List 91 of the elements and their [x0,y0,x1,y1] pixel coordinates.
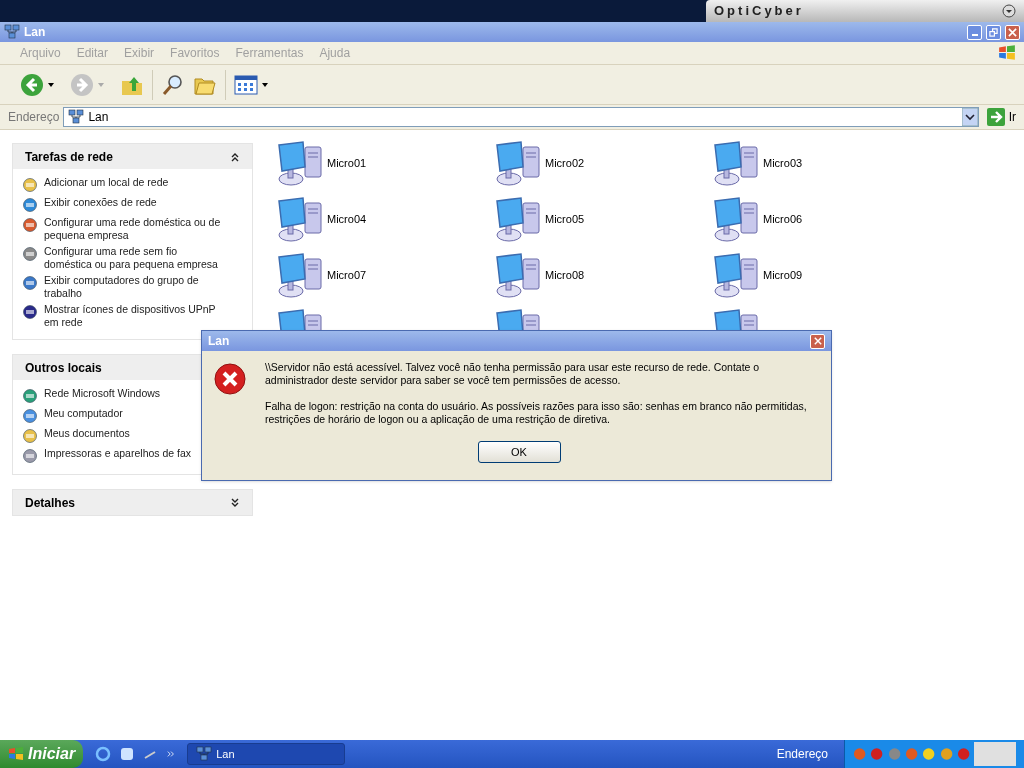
computer-icon [277,195,325,243]
computer-icon [495,251,543,299]
go-arrow-icon [986,108,1005,126]
panel-header[interactable]: Tarefas de rede [13,144,252,169]
task-link[interactable]: Configurar uma rede sem fio doméstica ou para pequena empresa [44,245,226,271]
minimize-button[interactable] [967,24,982,40]
panel-title: Detalhes [25,494,76,512]
error-message: Falha de logon: restrição na conta do usuário. As possíveis razões para isso são: senhas em branco não permitidas, restrições de horário de logon ou a aplicação de uma restrição de diretiva. [265,400,808,426]
task-icon [22,246,38,262]
task-icon [22,448,38,464]
tray-icon[interactable] [939,747,953,761]
computer-icon [713,195,761,243]
restore-icon [989,27,998,37]
dropdown-circle-icon[interactable] [1002,4,1016,18]
views-button[interactable] [234,74,268,95]
banner-text: OptiCyber [714,2,804,21]
panel-title: Outros locais [25,359,102,377]
dialog-title: Lan [208,333,230,350]
task-icon [22,304,38,320]
address-label: Endereço [8,109,60,126]
computer-label[interactable]: Micro09 [763,266,803,284]
task-link[interactable]: Meus documentos [44,427,130,440]
task-icon [22,428,38,444]
start-button[interactable]: Iniciar [0,740,84,768]
task-icon [22,388,38,404]
tray-icon[interactable] [922,747,936,761]
task-link[interactable]: Meu computador [44,407,123,420]
computer-label[interactable]: Micro08 [545,266,585,284]
computer-icon [495,139,543,187]
computer-label[interactable]: Micro03 [763,154,803,172]
task-link[interactable]: Configurar uma rede doméstica ou de pequena empresa [44,216,226,242]
error-message: \\Servidor não está acessível. Talvez você não tenha permissão para usar este recurso de rede. Contate o administrador deste servidor para saber se você tem permissões de acesso. [265,361,761,387]
task-link[interactable]: Impressoras e aparelhos de fax [44,447,192,460]
close-button[interactable] [1005,24,1020,40]
task-link[interactable]: Mostrar ícones de dispositivos UPnP em rede [44,303,226,329]
close-icon [1008,27,1017,37]
forward-button[interactable] [70,72,104,97]
taskbar-window-button[interactable]: Lan [187,743,346,765]
go-button[interactable]: Ir [986,108,1016,126]
minimize-icon [971,33,978,36]
error-icon [214,363,246,395]
task-link[interactable]: Rede Microsoft Windows [44,387,161,400]
ok-button[interactable]: OK [477,441,561,463]
panel-header[interactable]: Detalhes [13,490,252,515]
collapse-chevron-icon[interactable] [230,151,240,162]
task-link[interactable]: Adicionar um local de rede [44,176,169,189]
computer-label[interactable]: Micro04 [327,210,367,228]
browser-icon[interactable] [95,746,112,762]
computer-label[interactable]: Micro05 [545,210,585,228]
restore-button[interactable] [986,24,1001,40]
search-icon[interactable] [161,72,185,97]
dropdown-arrow-icon[interactable] [961,108,978,126]
task-link[interactable]: Exibir computadores do grupo de trabalho [44,274,226,300]
task-network-icon [196,746,213,762]
tray-icon[interactable] [956,747,971,761]
close-icon [813,337,822,345]
computer-icon [713,251,761,299]
computer-icon [495,195,543,243]
caret-icon [48,82,54,87]
expand-chevron-icon[interactable] [230,497,240,508]
tray-icon[interactable] [870,747,884,761]
window-network-icon [4,24,20,40]
computer-label[interactable]: Micro06 [763,210,803,228]
taskbar-address-label: Endereço [776,746,828,763]
task-icon [22,275,38,291]
task-icon [22,197,38,213]
task-icon [22,177,38,193]
computer-icon [277,251,325,299]
app-icon[interactable] [119,746,136,762]
computer-label[interactable]: Micro01 [327,154,367,172]
task-link[interactable]: Exibir conexões de rede [44,196,157,209]
views-grid-icon [234,74,258,95]
tray-blank-area [974,742,1016,766]
window-title: Lan [24,24,47,41]
more-chevron-icon[interactable] [167,750,176,758]
caret-icon [262,82,268,87]
task-icon [22,408,38,424]
windows-flag-icon [8,746,24,762]
computer-icon [713,139,761,187]
address-value: Lan [88,109,110,126]
computer-label[interactable]: Micro02 [545,154,585,172]
panel-title: Tarefas de rede [25,148,113,166]
address-field[interactable]: Lan [63,107,979,127]
task-icon [22,217,38,233]
dialog-close-button[interactable] [810,333,825,349]
windows-flag-icon [998,44,1016,62]
address-network-icon [68,109,85,125]
computer-label[interactable]: Micro07 [327,266,367,284]
back-button[interactable] [20,72,54,97]
caret-icon [98,82,104,87]
computer-icon [277,139,325,187]
